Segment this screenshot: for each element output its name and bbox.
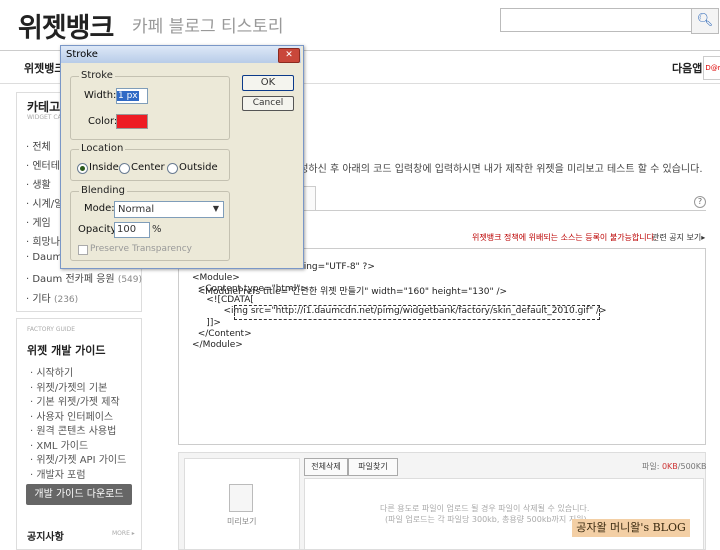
category-item-label: · 시계/일	[26, 199, 64, 210]
blending-group-label: Blending	[79, 185, 127, 196]
guide-item[interactable]: · XML 가이드	[30, 437, 88, 452]
preserve-transparency-label: Preserve Transparency	[90, 244, 192, 254]
preserve-transparency-checkbox[interactable]	[78, 245, 88, 255]
stroke-group-label: Stroke	[79, 70, 115, 81]
category-item-label: · 기타	[26, 294, 51, 305]
dialog-title: Stroke	[66, 49, 98, 60]
category-item[interactable]: · Daum 전카페 응원 (549)	[26, 270, 142, 285]
category-item-label: · 생활	[26, 180, 51, 191]
radio-inside-label: Inside	[89, 162, 119, 173]
opacity-input[interactable]: 100	[114, 222, 150, 238]
mode-select[interactable]: Normal	[114, 201, 224, 218]
file-size-label: 파일:	[642, 462, 660, 471]
code-editor[interactable]	[178, 248, 706, 445]
policy-warning: 위젯뱅크 정책에 위배되는 소스는 등록이 불가능합니다.	[472, 233, 657, 242]
service-tabs[interactable]: 카페 블로그 티스토리	[132, 12, 284, 37]
code-line: </Content>	[192, 329, 252, 339]
find-file-button[interactable]: 파일찾기	[348, 458, 398, 476]
ok-button[interactable]: OK	[242, 75, 294, 91]
width-input[interactable]: 1 px	[116, 88, 148, 104]
drop-zone-limit: (파일 업로드는 각 파일당 300kb, 총용량 500kb까지 지원)	[385, 515, 587, 524]
location-group-label: Location	[79, 143, 126, 154]
notice-more-link[interactable]: MORE ▸	[112, 530, 135, 537]
document-icon	[229, 484, 253, 512]
nav-daum-app[interactable]: 다음앱	[672, 60, 702, 76]
search-input[interactable]	[500, 8, 692, 32]
category-item-label: · 전체	[26, 142, 51, 153]
category-item[interactable]: · 게임	[26, 214, 51, 229]
delete-all-button[interactable]: 전체삭제	[304, 458, 348, 476]
chevron-down-icon[interactable]: ▼	[210, 201, 222, 216]
guide-title: 위젯 개발 가이드	[27, 344, 106, 357]
category-item[interactable]: · 전체	[26, 138, 51, 153]
blog-watermark: 공자왈 머니왈's BLOG	[572, 519, 690, 537]
policy-notice-link[interactable]: 관련 공지 보기▸	[652, 232, 705, 243]
category-item[interactable]: · 기타 (236)	[26, 290, 78, 305]
color-swatch[interactable]	[116, 114, 148, 129]
category-item[interactable]: · 희망나	[26, 233, 60, 248]
search-icon: 🔍︎	[696, 13, 714, 28]
mode-value: Normal	[118, 204, 155, 215]
width-label: Width:	[84, 90, 117, 101]
drop-zone-note: 다른 용도로 파일이 업로드 될 경우 파일이 삭제될 수 있습니다.	[380, 504, 590, 513]
category-item[interactable]: · 생활	[26, 176, 51, 191]
main-description: 작성하신 후 아래의 코드 입력창에 입력하시면 내가 제작한 위젯을 미리보고…	[290, 164, 703, 175]
code-line: ]]>	[192, 318, 221, 328]
guide-item[interactable]: · 개발자 포럼	[30, 466, 86, 481]
search-button[interactable]: 🔍︎	[691, 8, 719, 34]
category-item-label: · Daum	[26, 252, 63, 263]
code-line: ding="UTF-8" ?>	[298, 262, 375, 272]
guide-item[interactable]: · 원격 콘텐츠 사용법	[30, 422, 116, 437]
code-line: </Module>	[192, 340, 243, 350]
preview-label: 미리보기	[227, 517, 257, 526]
dialog-close-button[interactable]: ✕	[278, 48, 300, 63]
daum-app-icon[interactable]: D@m	[703, 56, 720, 80]
radio-outside[interactable]	[167, 163, 178, 174]
site-logo[interactable]: 위젯뱅크	[18, 6, 114, 45]
guide-item[interactable]: · 기본 위젯/가젯 제작	[30, 393, 120, 408]
selection-marquee	[234, 305, 600, 320]
guide-download-button[interactable]: 개발 가이드 다운로드	[26, 484, 132, 505]
cancel-button[interactable]: Cancel	[242, 96, 294, 111]
guide-item[interactable]: · 사용자 인터페이스	[30, 408, 113, 423]
opacity-unit: %	[152, 224, 162, 235]
category-item-label: · Daum 전카페 응원	[26, 274, 115, 285]
radio-center[interactable]	[119, 163, 130, 174]
category-item[interactable]: · 시계/일	[26, 195, 63, 210]
stroke-group	[70, 76, 230, 140]
code-line: <Module>	[192, 273, 240, 283]
mode-label: Mode:	[84, 203, 115, 214]
width-value: 1 px	[117, 91, 139, 101]
radio-outside-label: Outside	[179, 162, 218, 173]
radio-center-label: Center	[131, 162, 165, 173]
category-item-count: (549)	[117, 275, 143, 285]
code-line: <![CDATA[	[192, 295, 254, 305]
category-item[interactable]: · Daum	[26, 252, 62, 263]
close-icon: ✕	[285, 50, 293, 60]
opacity-label: Opacity:	[78, 224, 120, 235]
guide-subtitle: FACTORY GUIDE	[27, 326, 76, 333]
code-line: <Content type="html">	[192, 284, 308, 294]
guide-item[interactable]: · 위젯/가젯 API 가이드	[30, 451, 126, 466]
category-item-count: (236)	[53, 295, 79, 305]
nav-widgetbank[interactable]: 위젯뱅크	[24, 60, 64, 76]
file-size-total: /500KB	[677, 462, 707, 471]
radio-inside[interactable]	[77, 163, 88, 174]
opacity-value: 100	[117, 224, 137, 235]
notice-title: 공지사항	[27, 532, 64, 543]
color-label: Color:	[88, 116, 118, 127]
help-icon[interactable]: ?	[694, 196, 706, 208]
guide-item[interactable]: · 시작하기	[30, 364, 73, 379]
file-size: 파일: 0KB/500KB	[642, 461, 707, 472]
guide-item[interactable]: · 위젯/가젯의 기본	[30, 379, 107, 394]
file-size-value: 0KB	[661, 462, 678, 471]
category-item-label: · 게임	[26, 218, 51, 229]
category-item-label: · 희망나	[26, 237, 60, 248]
